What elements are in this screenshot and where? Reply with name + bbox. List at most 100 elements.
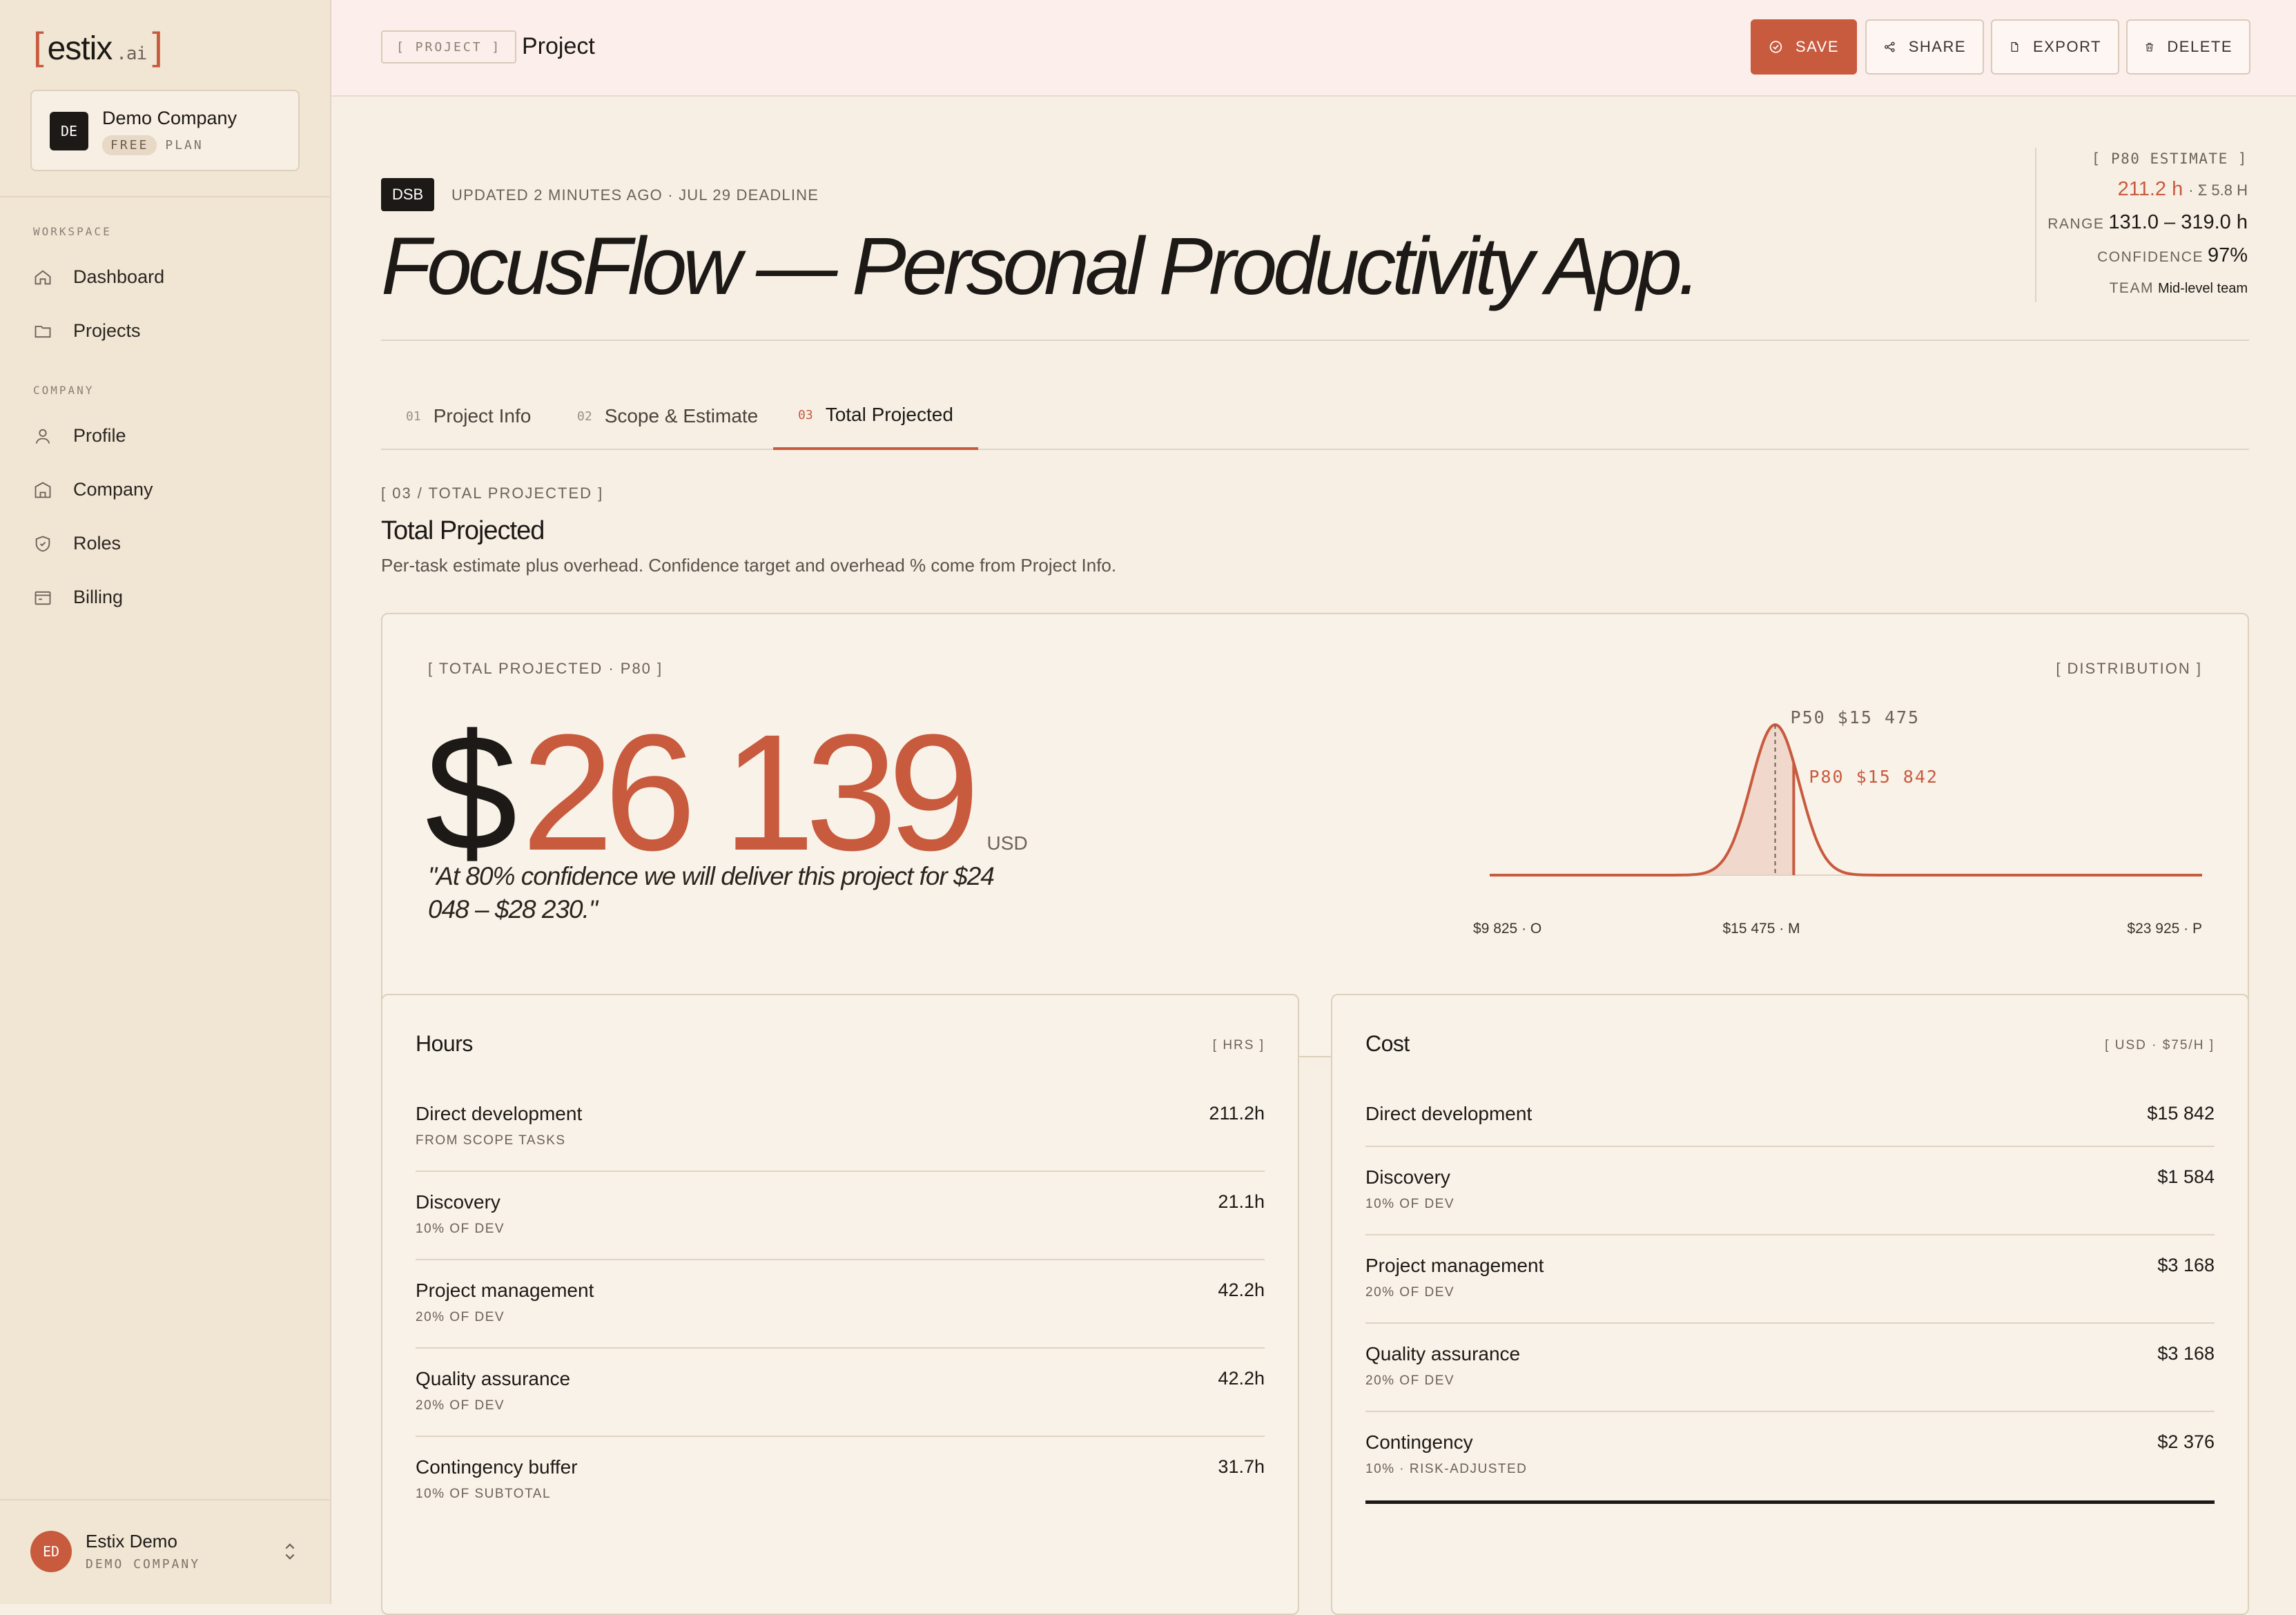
row-sub: 20% OF DEV [1365,1373,1455,1388]
section-description: Per-task estimate plus overhead. Confide… [381,555,1117,576]
sidebar-item-label: Roles [73,533,121,554]
hours-row: Contingency buffer 10% OF SUBTOTAL 31.7h [416,1437,1265,1525]
distribution-tag: [ DISTRIBUTION ] [2056,660,2202,677]
user-icon [35,429,50,444]
tab-total-projected[interactable]: 03 Total Projected [773,382,978,450]
row-label: Discovery [1365,1166,1450,1188]
wallet-icon [35,591,51,605]
workspace-section-label: WORKSPACE [33,225,112,238]
user-name: Estix Demo [86,1531,177,1552]
tab-number: 03 [798,407,813,422]
row-label: Direct development [416,1103,583,1124]
cost-tag: [ USD · $75/H ] [2105,1038,2215,1053]
row-value: 42.2h [1218,1280,1265,1300]
export-label: EXPORT [2032,38,2101,55]
row-label: Quality assurance [1365,1343,1521,1364]
distribution-area [1490,725,1794,875]
share-icon [1885,41,1895,52]
logo-bracket-left: [ [33,24,44,68]
row-value: $15 842 [2147,1103,2215,1124]
tab-scope-estimate[interactable]: 02 Scope & Estimate [552,382,783,450]
cost-row: Contingency 10% · RISK-ADJUSTED $2 376 [1365,1412,2215,1500]
shield-icon [35,536,50,551]
cost-row: Discovery 10% OF DEV $1 584 [1365,1147,2215,1235]
currency-symbol: $ [425,700,518,885]
total-projected-card: [ TOTAL PROJECTED · P80 ] [ DISTRIBUTION… [381,613,2249,1057]
row-value: $1 584 [2157,1166,2215,1187]
topbar: [ PROJECT ] Project SAVE SHARE EXPORT DE… [331,0,2296,97]
hours-tag: [ HRS ] [1212,1038,1265,1053]
sidebar-item-label: Billing [73,587,124,607]
plan-label: PLAN [165,138,204,153]
hours-row: Direct development FROM SCOPE TASKS 211.… [416,1084,1265,1172]
company-section-label: COMPANY [33,384,95,397]
share-button[interactable]: SHARE [1865,19,1984,75]
project-code-badge: DSB [381,178,435,211]
estimate-sigma: · Σ 5.8 H [2188,182,2248,199]
team-label: TEAM [2109,280,2154,296]
tab-label: Project Info [433,405,532,427]
row-sub: 20% OF DEV [416,1398,505,1413]
sidebar-item-dashboard[interactable]: Dashboard [33,266,164,288]
total-tag: [ TOTAL PROJECTED · P80 ] [428,660,663,677]
confidence-value: 97% [2207,244,2248,266]
row-label: Direct development [1365,1103,1533,1124]
project-title: FocusFlow — Personal Productivity App. [381,221,1701,312]
sidebar-item-billing[interactable]: Billing [33,587,123,608]
row-label: Contingency buffer [416,1456,578,1478]
row-value: $3 168 [2157,1343,2215,1364]
estimate-hours-value: 211.2 h [2117,178,2183,200]
save-button[interactable]: SAVE [1751,19,1857,75]
sidebar-item-label: Projects [73,320,141,341]
logo-name: estix [47,30,113,67]
estimate-range: RANGE 131.0 – 319.0 h [2047,211,2248,234]
estimate-team: TEAM Mid-level team [2110,280,2248,297]
delete-label: DELETE [2167,38,2232,55]
hours-row: Discovery 10% OF DEV 21.1h [416,1172,1265,1260]
hours-row: Project management 20% OF DEV 42.2h [416,1260,1265,1349]
row-sub: 10% · RISK-ADJUSTED [1365,1462,1528,1476]
row-value: 211.2h [1209,1103,1265,1124]
delete-button[interactable]: DELETE [2126,19,2250,75]
user-menu[interactable]: ED Estix Demo DEMO COMPANY [0,1499,330,1604]
save-label: SAVE [1795,38,1839,55]
logo-bracket-right: ] [152,24,163,68]
row-value: 21.1h [1218,1191,1265,1212]
p50-marker-label: P50 $15 475 [1791,707,1920,727]
brand-logo[interactable]: [ estix .ai ] [33,23,163,68]
header-divider [381,340,2249,341]
row-sub: FROM SCOPE TASKS [416,1133,566,1148]
row-value: 31.7h [1218,1456,1265,1477]
page-title: Project [522,33,595,59]
cost-row: Project management 20% OF DEV $3 168 [1365,1235,2215,1324]
estimate-hours: 211.2 h · Σ 5.8 H [2118,178,2248,201]
tab-project-info[interactable]: 01 Project Info [381,382,556,450]
sidebar-item-label: Company [73,479,153,500]
hours-title: Hours [416,1031,473,1056]
estimate-confidence: CONFIDENCE 97% [2097,244,2248,267]
company-switcher[interactable]: DE Demo Company FREE PLAN [30,90,300,171]
hours-row: Quality assurance 20% OF DEV 42.2h [416,1349,1265,1437]
confidence-label: CONFIDENCE [2097,249,2203,265]
distribution-chart: P50 $15 475 P80 $15 842 $9 825 · O $15 4… [1473,707,2202,937]
row-value: $2 376 [2157,1431,2215,1452]
cost-row: Quality assurance 20% OF DEV $3 168 [1365,1324,2215,1412]
sidebar-item-roles[interactable]: Roles [33,533,121,554]
sidebar-item-label: Dashboard [73,266,165,287]
range-label: RANGE [2047,216,2105,232]
logo-suffix: .ai [116,43,147,64]
row-sub: 10% OF DEV [1365,1197,1455,1211]
sidebar-item-projects[interactable]: Projects [33,320,141,342]
p80-marker-label: P80 $15 842 [1809,767,1938,787]
sidebar-item-profile[interactable]: Profile [33,425,126,447]
user-company: DEMO COMPANY [86,1557,201,1572]
section-title: Total Projected [381,516,545,545]
chevron-updown-icon[interactable] [280,1539,300,1564]
export-button[interactable]: EXPORT [1991,19,2119,75]
cost-title: Cost [1365,1031,1410,1056]
plan-badge: FREE PLAN [102,135,204,155]
sidebar-item-label: Profile [73,425,126,446]
x-tick-label: $15 475 · M [1722,921,1800,937]
breadcrumb-tag: [ PROJECT ] [381,30,517,63]
sidebar-item-company[interactable]: Company [33,479,153,500]
